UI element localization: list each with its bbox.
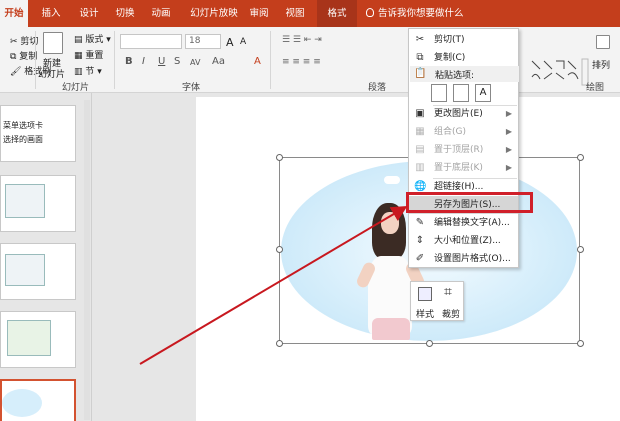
annotation-arrow-icon [139, 205, 408, 365]
